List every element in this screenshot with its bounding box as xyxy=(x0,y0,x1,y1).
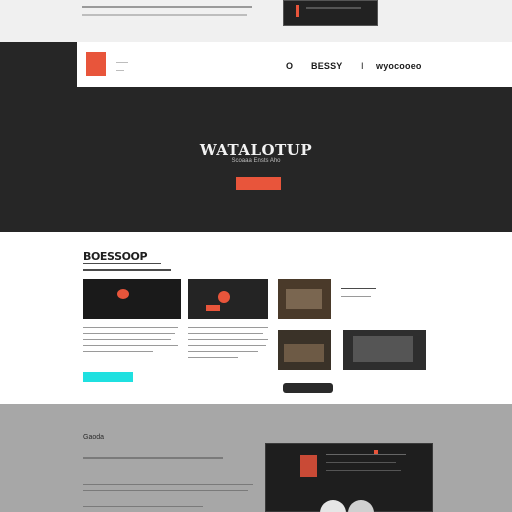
red-light xyxy=(218,291,230,303)
top-strip xyxy=(0,0,512,42)
text-line xyxy=(82,6,252,8)
logo[interactable] xyxy=(86,52,106,76)
photo-card-1[interactable] xyxy=(83,279,181,319)
text-line xyxy=(188,327,268,328)
nav-item-1[interactable]: O xyxy=(286,61,293,71)
photo-card-5[interactable] xyxy=(343,330,426,370)
hero-title: WATALOTUP xyxy=(199,141,313,159)
hero-cta-button[interactable] xyxy=(236,177,281,190)
device-line xyxy=(326,462,396,463)
nav-item-3[interactable]: I xyxy=(361,61,364,71)
text-line xyxy=(83,333,175,334)
photo-card-3[interactable] xyxy=(278,279,331,319)
device-accent-panel xyxy=(300,455,317,477)
interior-detail xyxy=(286,289,322,309)
text-line xyxy=(83,484,253,485)
nav-item-2[interactable]: BESSY xyxy=(311,61,343,71)
text-line xyxy=(341,288,376,289)
text-line xyxy=(83,351,153,352)
text-line xyxy=(82,14,247,16)
text-line xyxy=(83,345,178,346)
preview-line xyxy=(306,7,361,9)
text-line xyxy=(188,333,263,334)
text-line xyxy=(83,339,171,340)
device-mockup xyxy=(265,443,433,512)
learn-more-button[interactable] xyxy=(83,372,133,382)
logo-caption xyxy=(116,62,128,63)
device-line xyxy=(326,454,406,455)
text-line xyxy=(188,345,266,346)
navbar xyxy=(77,42,512,87)
text-line xyxy=(188,339,268,340)
dark-pill-button[interactable] xyxy=(283,383,333,393)
text-line xyxy=(83,490,248,491)
bottom-section xyxy=(0,404,512,512)
photo-card-4[interactable] xyxy=(278,330,331,370)
device-indicator-dot xyxy=(374,450,378,454)
device-line xyxy=(326,470,401,471)
text-line xyxy=(188,357,238,358)
photo-card-2[interactable] xyxy=(188,279,268,319)
text-line xyxy=(83,327,178,328)
section-subtitle-line xyxy=(83,269,171,271)
section-subtitle-line xyxy=(83,263,161,264)
hero-subtitle: Scoaaa Ensts Aho xyxy=(231,158,281,164)
preview-accent xyxy=(296,5,299,17)
nav-item-4[interactable]: wyocooeo xyxy=(376,61,422,71)
section-title: BOESSOOP xyxy=(83,250,148,263)
text-line xyxy=(188,351,258,352)
red-light xyxy=(117,289,129,299)
red-tag xyxy=(206,305,220,311)
interior-detail xyxy=(284,344,324,362)
text-line xyxy=(341,296,371,297)
preview-thumbnail[interactable] xyxy=(283,0,378,26)
interior-detail xyxy=(353,336,413,362)
text-line xyxy=(83,506,203,507)
page: O BESSY I wyocooeo WATALOTUP Scoaaa Enst… xyxy=(0,0,512,512)
bottom-title: Gaoda xyxy=(83,434,105,441)
text-line xyxy=(83,457,223,459)
logo-caption xyxy=(116,70,124,71)
